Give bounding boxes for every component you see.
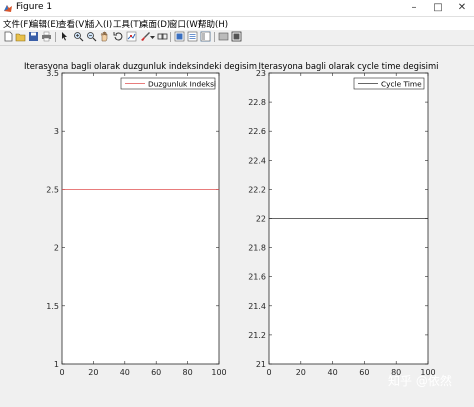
y-tick-label: 22.8 — [248, 98, 266, 107]
matlab-icon — [4, 5, 12, 12]
menu-file[interactable]: 文件(F) — [3, 18, 32, 30]
x-tick-label: 40 — [120, 368, 130, 377]
x-tick-label: 20 — [296, 368, 306, 377]
zoom-in-icon[interactable] — [73, 31, 84, 42]
toolbar-separator — [214, 32, 215, 42]
axes-1 — [61, 72, 220, 365]
link-icon[interactable] — [157, 31, 168, 42]
x-tick-label: 20 — [88, 368, 98, 377]
colorbar-icon[interactable] — [174, 31, 185, 42]
x-tick-label: 40 — [328, 368, 338, 377]
print-icon[interactable] — [41, 31, 52, 42]
watermark: 知乎 @依然 — [388, 374, 452, 388]
x-tick-label: 100 — [211, 368, 226, 377]
minimize-button[interactable]: – — [402, 0, 426, 16]
y-tick-label: 22.6 — [248, 127, 266, 136]
window-titlebar: Figure 1 – □ ✕ — [0, 0, 474, 17]
new-figure-icon[interactable] — [3, 31, 14, 42]
maximize-button[interactable]: □ — [426, 0, 450, 16]
y-tick-label: 1.5 — [46, 302, 59, 311]
pan-icon[interactable] — [99, 31, 110, 42]
chevron-down-icon[interactable] — [150, 31, 155, 42]
figure-area: Iterasyona bagli olarak duzgunluk indeks… — [0, 46, 474, 405]
show-plot-tools-icon[interactable] — [231, 31, 242, 42]
legend-label: Duzgunluk Indeksi — [148, 80, 216, 89]
y-tick-label: 21.2 — [248, 331, 266, 340]
plots-canvas: Iterasyona bagli olarak duzgunluk indeks… — [24, 61, 439, 377]
menu-view[interactable]: 查看(V) — [58, 18, 87, 30]
y-tick-label: 22.2 — [248, 185, 266, 194]
y-tick-label: 21 — [256, 360, 266, 369]
y-tick-label: 22.4 — [248, 156, 266, 165]
menu-edit[interactable]: 编辑(E) — [30, 18, 59, 30]
x-tick-label: 60 — [359, 368, 369, 377]
y-tick-label: 21.4 — [248, 302, 266, 311]
open-file-icon[interactable] — [15, 31, 26, 42]
rotate-3d-icon[interactable] — [113, 31, 124, 42]
toolbar-separator — [170, 32, 171, 42]
legend-icon[interactable] — [187, 31, 198, 42]
zoom-out-icon[interactable] — [86, 31, 97, 42]
menu-insert[interactable]: 插入(I) — [86, 18, 112, 30]
save-icon[interactable] — [28, 31, 39, 42]
close-button[interactable]: ✕ — [450, 0, 474, 16]
axes-title: Iterasyona bagli olarak cycle time degis… — [259, 61, 439, 71]
y-tick-label: 3 — [54, 127, 59, 136]
x-tick-label: 0 — [266, 368, 271, 377]
menu-desktop[interactable]: 桌面(D) — [140, 18, 170, 30]
y-tick-label: 22 — [256, 215, 266, 224]
menu-window[interactable]: 窗口(W) — [169, 18, 201, 30]
y-tick-label: 21.6 — [248, 273, 266, 282]
y-tick-label: 2.5 — [46, 185, 59, 194]
y-tick-label: 1 — [54, 360, 59, 369]
dock-figure-icon[interactable] — [218, 31, 229, 42]
hide-plot-tools-icon[interactable] — [200, 31, 211, 42]
menu-bar: 文件(F) 编辑(E) 查看(V) 插入(I) 工具(T) 桌面(D) 窗口(W… — [0, 17, 474, 30]
x-tick-label: 80 — [183, 368, 193, 377]
legend-label: Cycle Time — [381, 80, 422, 89]
data-cursor-icon[interactable] — [126, 31, 137, 42]
toolbar-separator — [55, 32, 56, 42]
menu-help[interactable]: 帮助(H) — [198, 18, 228, 30]
y-tick-label: 3.5 — [46, 69, 59, 78]
y-tick-label: 23 — [256, 69, 266, 78]
menu-tools[interactable]: 工具(T) — [113, 18, 142, 30]
edit-plot-icon[interactable] — [59, 31, 70, 42]
window-title: Figure 1 — [16, 2, 53, 12]
y-tick-label: 2 — [54, 244, 59, 253]
x-tick-label: 0 — [59, 368, 64, 377]
toolbar — [0, 30, 474, 46]
y-tick-label: 21.8 — [248, 244, 266, 253]
x-tick-label: 60 — [151, 368, 161, 377]
